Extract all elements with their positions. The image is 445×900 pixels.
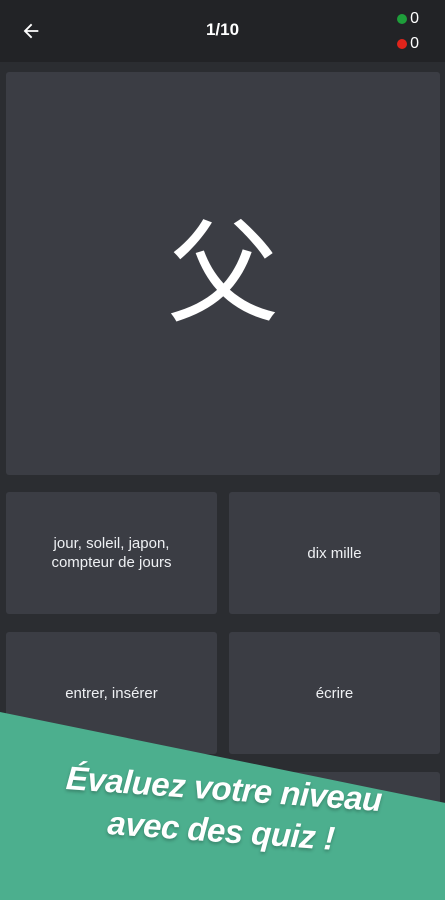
answer-label: dix mille (307, 544, 362, 562)
back-button[interactable] (14, 16, 48, 46)
top-bar: 1/10 0 0 (0, 0, 445, 62)
answer-label: écrire (315, 684, 354, 702)
answer-option-2[interactable]: dix mille (229, 492, 440, 614)
progress-counter: 1/10 (205, 20, 240, 39)
wrong-dot-icon (397, 39, 408, 49)
question-card: 父 (6, 72, 440, 475)
wrong-count: 0 (410, 35, 419, 52)
answer-label: entrer, insérer (65, 684, 158, 702)
correct-count: 0 (410, 10, 419, 27)
arrow-left-icon (23, 23, 39, 39)
answer-option-1[interactable]: jour, soleil, japon, compteur de jours (6, 492, 217, 614)
wrong-score: 0 (397, 34, 419, 54)
answer-label: jour, soleil, japon, compteur de jours (51, 535, 172, 571)
quiz-screen: 1/10 0 0 父 jour, soleil, japon, compteur… (0, 0, 445, 900)
question-kanji: 父 (167, 208, 279, 339)
correct-dot-icon (397, 14, 408, 24)
correct-score: 0 (397, 9, 419, 29)
